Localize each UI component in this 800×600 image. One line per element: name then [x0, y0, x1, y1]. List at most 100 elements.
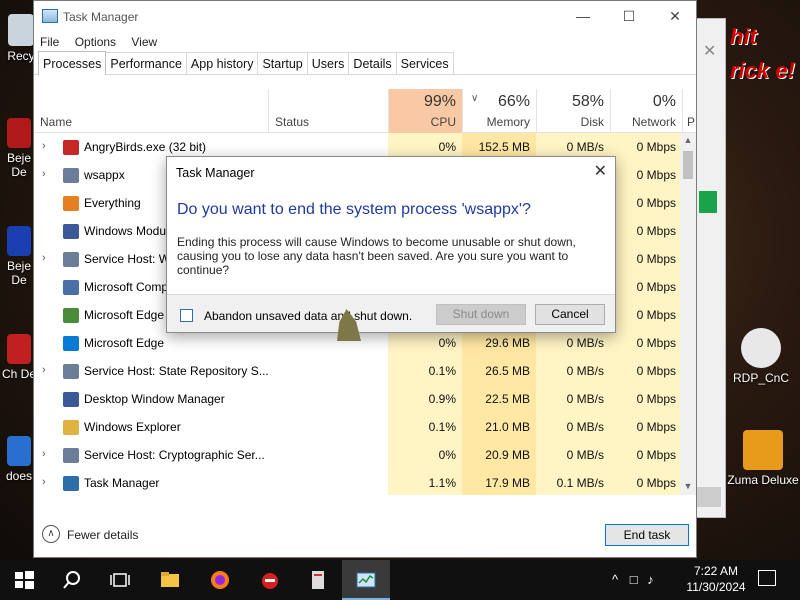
menu-file[interactable]: File — [40, 32, 59, 52]
table-row[interactable]: Desktop Window Manager 0.9% 22.5 MB 0 MB/s 0… — [34, 385, 696, 413]
process-cpu: 0.1% — [388, 357, 462, 385]
process-icon — [63, 308, 79, 323]
window-title: Task Manager — [63, 10, 139, 24]
dialog-close-button[interactable]: ✕ — [594, 161, 607, 181]
process-network: 0 Mbps — [610, 413, 682, 441]
process-network: 0 Mbps — [610, 273, 682, 301]
menu-view[interactable]: View — [131, 32, 157, 52]
vertical-scrollbar[interactable]: ▲ ▼ — [680, 133, 696, 495]
process-disk: 0 MB/s — [536, 441, 610, 469]
desktop-icon-rdp-cnc[interactable]: RDP_CnC — [730, 328, 792, 385]
process-network: 0 Mbps — [610, 189, 682, 217]
expand-chevron-icon[interactable]: › — [42, 252, 46, 264]
table-header: Name Status 99% CPU ∨ 66% Memory 58% Dis… — [34, 89, 696, 133]
tray-chevron-icon[interactable]: ^ — [612, 572, 618, 587]
process-memory: 26.5 MB — [462, 357, 536, 385]
process-name: Service Host: Cryptographic Ser... — [84, 448, 265, 462]
process-name: Service Host: State Repository S... — [84, 364, 269, 378]
process-icon — [63, 336, 79, 351]
table-row[interactable]: › Service Host: Cryptographic Ser... 0% 20.… — [34, 441, 696, 469]
gray-block — [695, 487, 721, 507]
table-row[interactable]: › Service Host: State Repository S... 0.1%… — [34, 357, 696, 385]
windows-logo-icon — [15, 571, 34, 589]
tab-users[interactable]: Users — [306, 52, 350, 74]
process-network: 0 Mbps — [610, 469, 682, 495]
clock-date: 11/30/2024 — [686, 580, 746, 594]
taskbar-app[interactable] — [294, 560, 342, 600]
firefox-icon — [211, 571, 229, 589]
taskbar-task-manager[interactable] — [342, 560, 390, 600]
cancel-button[interactable]: Cancel — [535, 304, 605, 325]
process-disk: 0 MB/s — [536, 329, 610, 357]
tab-services[interactable]: Services — [395, 52, 454, 74]
column-memory[interactable]: ∨ 66% Memory — [462, 89, 536, 133]
system-tray: ^ □ ♪ — [612, 572, 654, 587]
expand-chevron-icon[interactable]: › — [42, 140, 46, 152]
process-cpu: 1.1% — [388, 469, 462, 495]
end-task-button[interactable]: End task — [605, 524, 689, 546]
column-status[interactable]: Status — [268, 89, 388, 133]
table-row[interactable]: Microsoft Edge 0% 29.6 MB 0 MB/s 0 Mbps — [34, 329, 696, 357]
menu-options[interactable]: Options — [75, 32, 116, 52]
scroll-down-icon[interactable]: ▼ — [680, 481, 696, 491]
tab-startup[interactable]: Startup — [257, 52, 308, 74]
close-button[interactable]: ✕ — [652, 1, 698, 32]
search-button[interactable] — [48, 560, 96, 600]
minimize-button[interactable]: — — [560, 1, 606, 32]
scrollbar-thumb[interactable] — [683, 151, 693, 179]
notification-icon[interactable] — [758, 570, 776, 586]
process-icon — [63, 364, 79, 379]
process-memory: 21.0 MB — [462, 413, 536, 441]
network-icon[interactable]: □ — [630, 572, 638, 587]
expand-chevron-icon[interactable]: › — [42, 476, 46, 488]
tab-app-history[interactable]: App history — [185, 52, 259, 74]
process-name: Windows Explorer — [84, 420, 181, 434]
taskbar-file-explorer[interactable] — [146, 560, 194, 600]
maximize-button[interactable]: ☐ — [606, 1, 652, 32]
expand-chevron-icon[interactable]: › — [42, 364, 46, 376]
process-disk: 0 MB/s — [536, 413, 610, 441]
dialog-footer: Abandon unsaved data and shut down. Shut… — [167, 294, 615, 332]
start-button[interactable] — [0, 560, 48, 600]
column-network[interactable]: 0% Network — [610, 89, 682, 133]
volume-icon[interactable]: ♪ — [647, 572, 654, 587]
column-cpu[interactable]: 99% CPU — [388, 89, 462, 133]
desktop-icon-zuma[interactable]: Zuma Deluxe — [726, 430, 800, 487]
process-name: Task Manager — [84, 476, 160, 490]
expand-chevron-icon[interactable]: › — [42, 168, 46, 180]
process-memory: 22.5 MB — [462, 385, 536, 413]
column-disk[interactable]: 58% Disk — [536, 89, 610, 133]
scroll-up-icon[interactable]: ▲ — [680, 135, 696, 145]
table-row[interactable]: › Task Manager 1.1% 17.9 MB 0.1 MB/s 0 Mbps — [34, 469, 696, 495]
green-bar — [699, 191, 717, 213]
menu-bar: File Options View — [34, 32, 696, 52]
taskbar-firefox[interactable] — [196, 560, 244, 600]
tab-processes[interactable]: Processes — [38, 51, 107, 75]
process-memory: 29.6 MB — [462, 329, 536, 357]
folder-icon — [161, 572, 179, 587]
process-network: 0 Mbps — [610, 357, 682, 385]
expand-chevron-icon[interactable]: › — [42, 448, 46, 460]
process-icon — [63, 168, 79, 183]
task-view-button[interactable] — [96, 560, 144, 600]
recycle-bin-icon — [8, 14, 34, 46]
abandon-data-label[interactable]: Abandon unsaved data and shut down. — [204, 309, 412, 323]
fewer-details-link[interactable]: Fewer details — [67, 528, 138, 542]
column-name[interactable]: Name — [34, 89, 268, 133]
chevron-up-icon[interactable]: ∧ — [42, 525, 60, 543]
process-icon — [63, 476, 79, 491]
process-network: 0 Mbps — [610, 441, 682, 469]
abandon-data-checkbox[interactable] — [180, 309, 193, 322]
taskbar-angry-birds[interactable] — [246, 560, 294, 600]
tab-performance[interactable]: Performance — [105, 52, 187, 74]
rdp-icon — [741, 328, 781, 368]
tab-details[interactable]: Details — [348, 52, 397, 74]
process-network: 0 Mbps — [610, 161, 682, 189]
process-icon — [63, 280, 79, 295]
shut-down-button[interactable]: Shut down — [436, 304, 526, 325]
table-row[interactable]: Windows Explorer 0.1% 21.0 MB 0 MB/s 0 Mbps — [34, 413, 696, 441]
process-network: 0 Mbps — [610, 301, 682, 329]
taskbar-clock[interactable]: 7:22 AM 11/30/2024 — [685, 563, 747, 595]
zuma-icon — [743, 430, 783, 470]
column-power[interactable]: P — [682, 89, 696, 133]
